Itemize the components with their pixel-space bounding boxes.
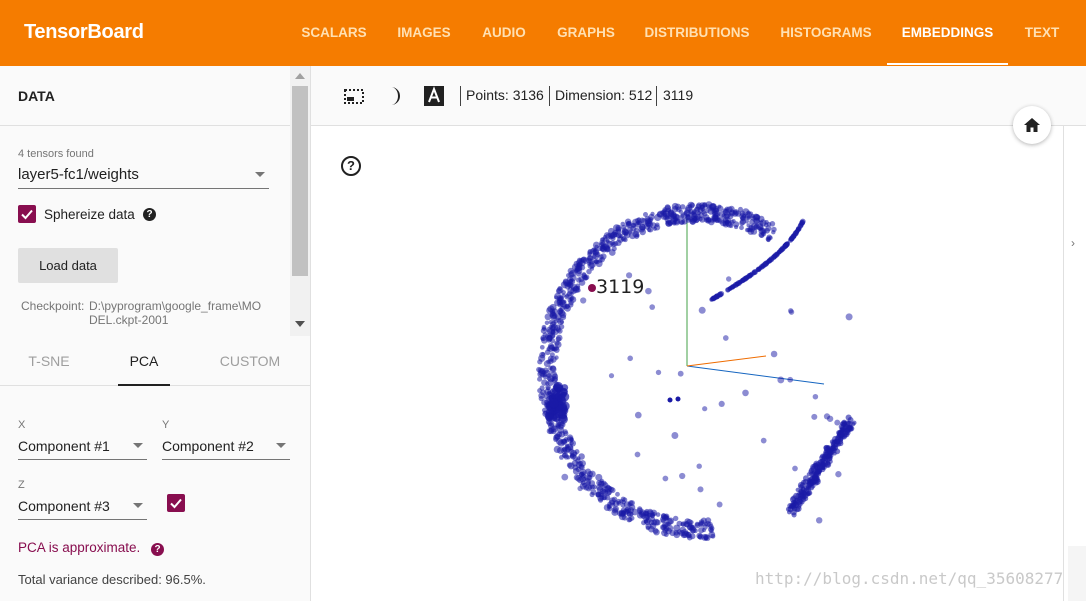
panel-edge-bar: [1068, 546, 1086, 601]
tab-graphs[interactable]: GRAPHS: [550, 0, 622, 66]
variance-text: Total variance described: 96.5%.: [18, 572, 206, 587]
home-icon: [1024, 118, 1040, 132]
pca-approx-note: PCA is approximate.: [18, 540, 141, 555]
tab-images[interactable]: IMAGES: [390, 0, 458, 66]
tensor-select[interactable]: layer5-fc1/weights: [18, 159, 269, 189]
plot-axes: [686, 218, 825, 385]
tab-embeddings[interactable]: EMBEDDINGS: [887, 0, 1008, 66]
points-count: Points: 3136: [466, 87, 544, 103]
sphereize-label: Sphereize data: [44, 207, 135, 222]
projection-tabs: T-SNE PCA CUSTOM: [0, 336, 310, 386]
z-component-select[interactable]: Component #3: [18, 490, 147, 520]
scrollbar-thumb[interactable]: [292, 86, 308, 276]
scroll-up-arrow-icon[interactable]: [295, 73, 305, 79]
watermark: http://blog.csdn.net/qq_35608277: [755, 569, 1064, 588]
tensor-select-value: layer5-fc1/weights: [18, 166, 139, 183]
highlighted-point-label: 3119: [596, 276, 645, 298]
dropdown-caret-icon: [276, 443, 286, 448]
separator: [549, 86, 550, 106]
dropdown-caret-icon: [133, 443, 143, 448]
load-data-button[interactable]: Load data: [18, 248, 118, 283]
tab-custom[interactable]: CUSTOM: [205, 336, 295, 386]
scroll-down-arrow-icon[interactable]: [295, 321, 305, 327]
separator: [656, 86, 657, 106]
dropdown-caret-icon: [255, 172, 265, 177]
embedding-points[interactable]: [536, 201, 857, 542]
inspector-panel-edge[interactable]: ›: [1063, 126, 1086, 601]
sphereize-checkbox[interactable]: [18, 205, 36, 223]
projector-toolbar: Points: 3136 Dimension: 512 3119: [311, 66, 1086, 126]
help-icon[interactable]: ?: [341, 156, 361, 176]
sidebar-scrollbar[interactable]: [290, 66, 310, 336]
divider: [0, 125, 290, 126]
projector-panel: 3119 Points: 3136 Dimension: 512 3119 ? …: [311, 66, 1086, 601]
selected-point-id: 3119: [663, 87, 694, 103]
tab-audio[interactable]: AUDIO: [476, 0, 532, 66]
checkmark-icon: [21, 209, 33, 220]
dropdown-caret-icon: [133, 503, 143, 508]
checkmark-icon: [170, 498, 182, 509]
reset-view-button[interactable]: [1013, 106, 1051, 144]
tab-distributions[interactable]: DISTRIBUTIONS: [638, 0, 756, 66]
embedding-scatter-plot[interactable]: [311, 66, 1086, 601]
checkpoint-label: Checkpoint:: [21, 299, 85, 313]
data-heading: DATA: [18, 88, 55, 104]
app-header: TensorBoard SCALARS IMAGES AUDIO GRAPHS …: [0, 0, 1086, 66]
y-component-value: Component #2: [162, 438, 254, 454]
tab-scalars[interactable]: SCALARS: [296, 0, 372, 66]
separator: [460, 86, 461, 106]
pca-help-icon[interactable]: ?: [151, 543, 164, 556]
selection-box-icon[interactable]: [343, 85, 365, 107]
x-component-select[interactable]: Component #1: [18, 430, 147, 460]
label-toggle-icon[interactable]: [423, 85, 445, 107]
chevron-right-icon[interactable]: ›: [1071, 236, 1075, 250]
x-component-value: Component #1: [18, 438, 110, 454]
tab-histograms[interactable]: HISTOGRAMS: [772, 0, 880, 66]
tab-text[interactable]: TEXT: [1018, 0, 1066, 66]
app-title: TensorBoard: [24, 21, 144, 43]
dimension-count: Dimension: 512: [555, 87, 653, 103]
z-component-value: Component #3: [18, 498, 110, 514]
data-panel: DATA 4 tensors found layer5-fc1/weights …: [0, 66, 311, 601]
night-mode-icon[interactable]: [383, 85, 405, 107]
checkpoint-path: D:\pyprogram\google_frame\MODEL.ckpt-200…: [89, 299, 262, 327]
tab-pca[interactable]: PCA: [118, 336, 170, 386]
y-component-select[interactable]: Component #2: [162, 430, 290, 460]
z-enable-checkbox[interactable]: [167, 494, 185, 512]
sphereize-help-icon[interactable]: ?: [143, 208, 156, 221]
tab-tsne[interactable]: T-SNE: [0, 336, 98, 386]
